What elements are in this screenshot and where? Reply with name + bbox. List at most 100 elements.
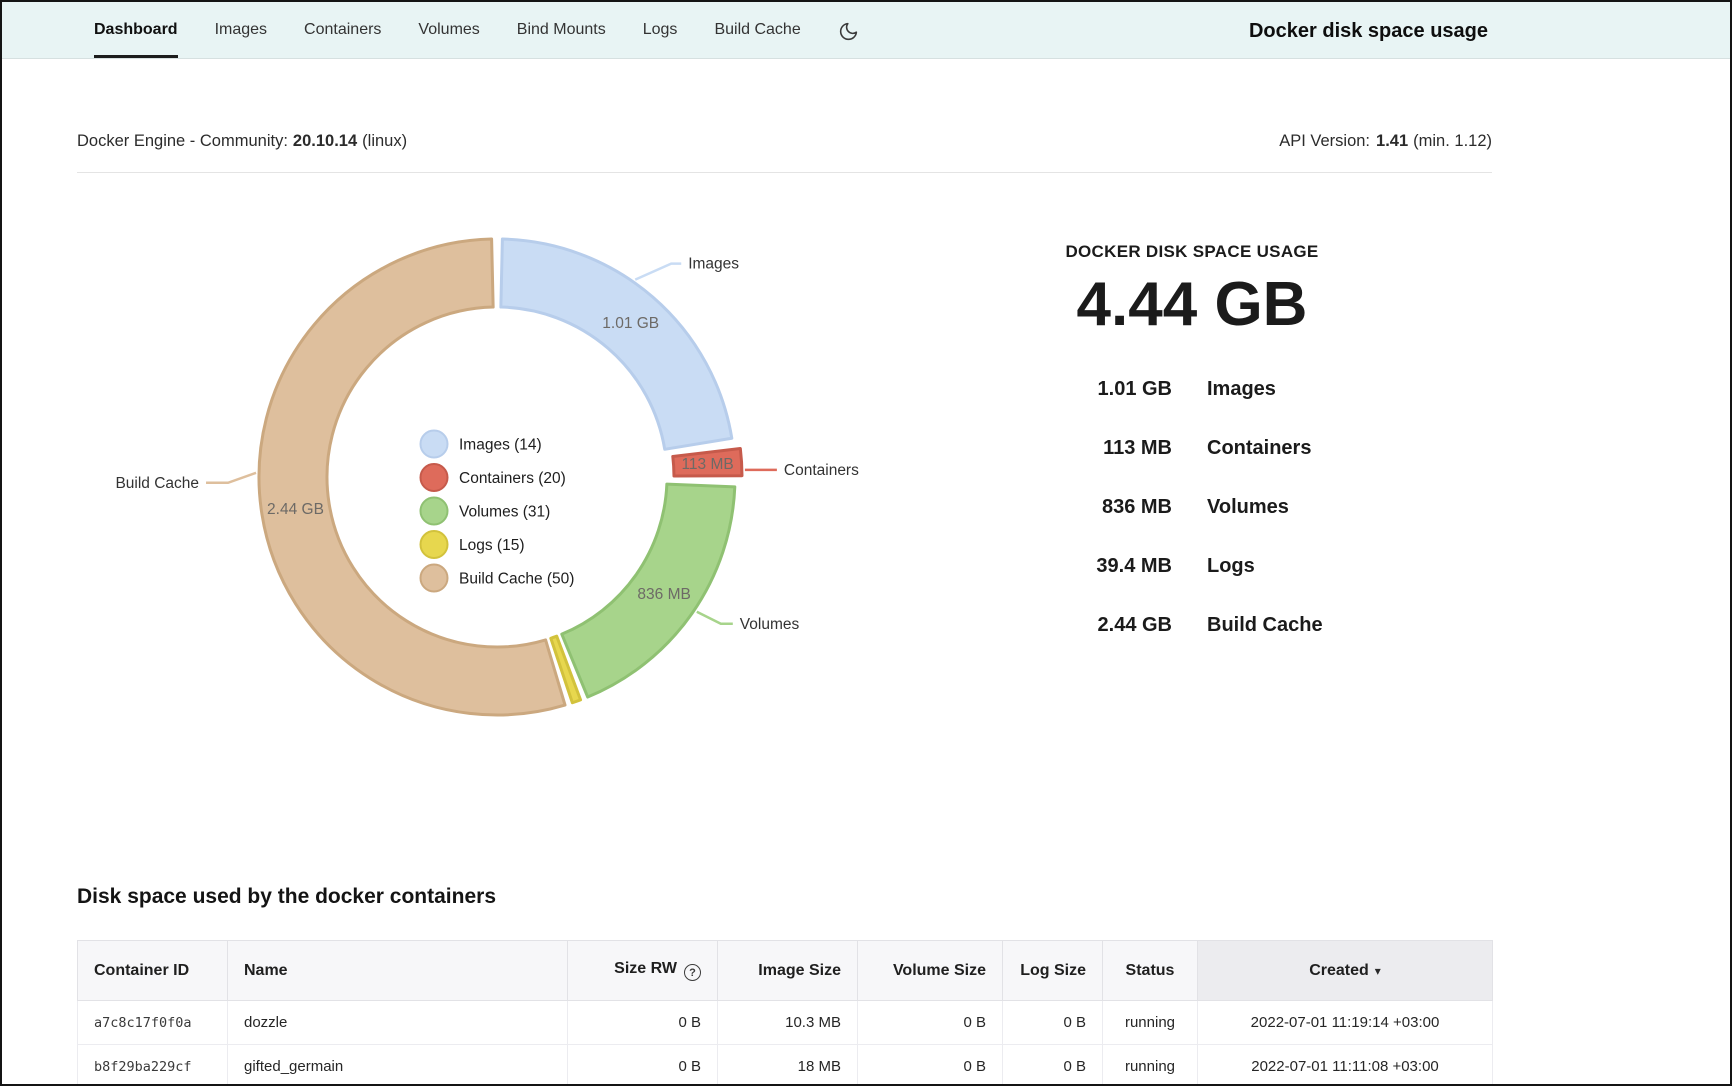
- table-row: b8f29ba229cfgifted_germain0 B18 MB0 B0 B…: [78, 1045, 1493, 1086]
- col-header-image-size[interactable]: Image Size: [718, 941, 858, 1001]
- legend-swatch-containers: [421, 464, 448, 491]
- col-header-volume-size[interactable]: Volume Size: [858, 941, 1003, 1001]
- summary-label: Containers: [1207, 433, 1311, 463]
- cell-log-size: 0 B: [1003, 1001, 1103, 1045]
- legend-label-logs: Logs (15): [459, 537, 524, 554]
- legend-swatch-images: [421, 431, 448, 458]
- nav-items: Dashboard Images Containers Volumes Bind Mou…: [2, 2, 801, 58]
- containers-table: Container ID Name Size RW? Image Size Volume…: [77, 940, 1493, 1086]
- cell-size-rw: 0 B: [568, 1001, 718, 1045]
- table-heading: Disk space used by the docker containers: [77, 882, 496, 912]
- col-header-label: Container ID: [94, 962, 189, 979]
- col-header-label: Created: [1309, 962, 1369, 979]
- legend-swatch-logs: [421, 531, 448, 558]
- col-header-name[interactable]: Name: [228, 941, 568, 1001]
- summary-rows: 1.01 GB Images 113 MB Containers 836 MBVolum…: [1002, 374, 1382, 640]
- sort-desc-icon: ▾: [1375, 964, 1381, 978]
- col-header-label: Size RW: [614, 960, 677, 977]
- docker-disk-usage-page: Dashboard Images Containers Volumes Bind Mou…: [0, 0, 1732, 1086]
- table-header-row: Container ID Name Size RW? Image Size Volume…: [78, 941, 1493, 1001]
- cell-image-size: 18 MB: [718, 1045, 858, 1086]
- cell-log-size: 0 B: [1003, 1045, 1103, 1086]
- segment-size-label: 836 MB: [637, 586, 690, 603]
- cell-status: running: [1103, 1001, 1198, 1045]
- cell-name: dozzle: [228, 1001, 568, 1045]
- summary-total: 4.44 GB: [1002, 270, 1382, 340]
- legend-swatch-build-cache: [421, 565, 448, 592]
- cell-name: gifted_germain: [228, 1045, 568, 1086]
- col-header-status[interactable]: Status: [1103, 941, 1198, 1001]
- cell-status: running: [1103, 1045, 1198, 1086]
- summary-label: Volumes: [1207, 492, 1289, 522]
- summary-label: Images: [1207, 374, 1276, 404]
- col-header-label: Log Size: [1020, 962, 1086, 979]
- table-body: a7c8c17f0f0adozzle0 B10.3 MB0 B0 Brunnin…: [78, 1001, 1493, 1086]
- col-header-container-id[interactable]: Container ID: [78, 941, 228, 1001]
- legend-label-build-cache: Build Cache (50): [459, 571, 574, 588]
- engine-version: 20.10.14: [293, 132, 357, 151]
- callout-line-volumes: [697, 612, 733, 624]
- api-min: (min. 1.12): [1413, 132, 1492, 150]
- engine-info-row: Docker Engine - Community: 20.10.14 (lin…: [77, 124, 1492, 158]
- col-header-label: Volume Size: [893, 962, 986, 979]
- moon-icon: [838, 21, 859, 42]
- disk-usage-donut-chart: 1.01 GB Images 113 MB Containers 836 MB Volum…: [2, 162, 982, 822]
- callout-line-build-cache: [206, 473, 256, 483]
- summary-label: Logs: [1207, 551, 1255, 581]
- legend-label-images: Images (14): [459, 437, 542, 454]
- segment-size-label: 1.01 GB: [602, 315, 659, 332]
- table-head: Container ID Name Size RW? Image Size Volume…: [78, 941, 1493, 1001]
- callout-label-volumes: Volumes: [740, 616, 800, 633]
- tab-volumes[interactable]: Volumes: [418, 2, 479, 58]
- legend-label-containers: Containers (20): [459, 470, 566, 487]
- summary-row-containers: 113 MB Containers: [1002, 433, 1382, 463]
- callout-label-containers: Containers: [784, 462, 859, 479]
- col-header-created[interactable]: Created ▾: [1198, 941, 1493, 1001]
- cell-size-rw: 0 B: [568, 1045, 718, 1086]
- callout-line-images: [635, 264, 681, 280]
- cell-image-size: 10.3 MB: [718, 1001, 858, 1045]
- app-title: Docker disk space usage: [1249, 2, 1488, 58]
- tab-containers[interactable]: Containers: [304, 2, 381, 58]
- summary-value: 39.4 MB: [1002, 551, 1172, 581]
- col-header-log-size[interactable]: Log Size: [1003, 941, 1103, 1001]
- cell-created: 2022-07-01 11:19:14 +03:00: [1198, 1001, 1493, 1045]
- cell-volume-size: 0 B: [858, 1045, 1003, 1086]
- segment-size-label: 2.44 GB: [267, 501, 324, 518]
- legend-swatch-volumes: [421, 498, 448, 525]
- callout-label-images: Images: [688, 256, 739, 273]
- summary-title: DOCKER DISK SPACE USAGE: [1002, 242, 1382, 262]
- cell-container-id: a7c8c17f0f0a: [78, 1001, 228, 1045]
- summary-row-build-cache: 2.44 GB Build Cache: [1002, 610, 1382, 640]
- col-header-size-rw[interactable]: Size RW?: [568, 941, 718, 1001]
- engine-label: Docker Engine - Community:: [77, 132, 288, 151]
- table-row: a7c8c17f0f0adozzle0 B10.3 MB0 B0 Brunnin…: [78, 1001, 1493, 1045]
- help-icon[interactable]: ?: [684, 964, 701, 981]
- tab-images[interactable]: Images: [215, 2, 267, 58]
- summary-label: Build Cache: [1207, 610, 1323, 640]
- col-header-label: Image Size: [758, 962, 841, 979]
- summary-row-volumes: 836 MBVolumes: [1002, 492, 1382, 522]
- legend-label-volumes: Volumes (31): [459, 504, 550, 521]
- theme-toggle-button[interactable]: [838, 2, 859, 58]
- summary-row-images: 1.01 GB Images: [1002, 374, 1382, 404]
- summary-row-logs: 39.4 MB Logs: [1002, 551, 1382, 581]
- summary-value: 2.44 GB: [1002, 610, 1172, 640]
- callout-label-build-cache: Build Cache: [115, 475, 199, 492]
- engine-platform: (linux): [362, 132, 407, 151]
- cell-container-id: b8f29ba229cf: [78, 1045, 228, 1086]
- segment-size-label: 113 MB: [681, 456, 733, 473]
- tab-build-cache[interactable]: Build Cache: [714, 2, 800, 58]
- col-header-label: Status: [1126, 962, 1175, 979]
- summary-value: 113 MB: [1002, 433, 1172, 463]
- summary-panel: DOCKER DISK SPACE USAGE 4.44 GB 1.01 GB I…: [1002, 242, 1382, 669]
- top-nav-bar: Dashboard Images Containers Volumes Bind Mou…: [2, 2, 1730, 59]
- col-header-label: Name: [244, 962, 288, 979]
- api-label: API Version:: [1279, 132, 1370, 150]
- api-version: 1.41: [1376, 132, 1408, 150]
- summary-value: 1.01 GB: [1002, 374, 1172, 404]
- tab-bind-mounts[interactable]: Bind Mounts: [517, 2, 606, 58]
- cell-created: 2022-07-01 11:11:08 +03:00: [1198, 1045, 1493, 1086]
- tab-dashboard[interactable]: Dashboard: [94, 2, 178, 58]
- tab-logs[interactable]: Logs: [643, 2, 678, 58]
